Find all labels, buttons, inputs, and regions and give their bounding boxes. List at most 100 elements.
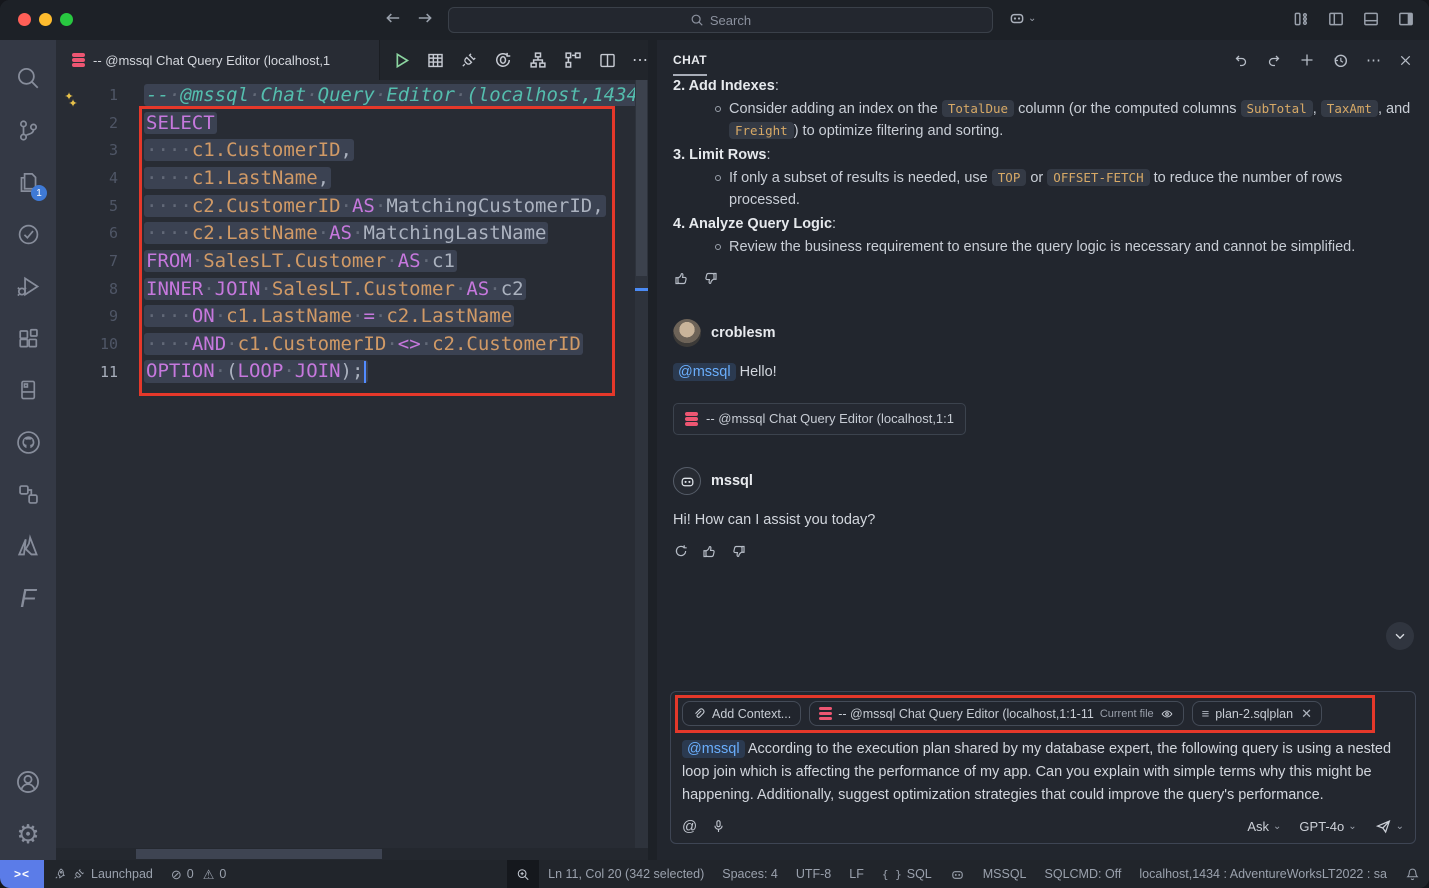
code-line[interactable]: ✦1--·@mssql·Chat·Query·Editor·(localhost…	[56, 81, 648, 109]
encoding-item[interactable]: UTF-8	[787, 860, 840, 888]
problems-item[interactable]: ⊘ 0 ⚠ 0	[162, 860, 235, 888]
microphone-icon[interactable]	[711, 819, 726, 834]
activity-account[interactable]	[0, 756, 56, 808]
run-query-button[interactable]	[392, 51, 411, 70]
eol-item[interactable]: LF	[840, 860, 873, 888]
cursor-position-item[interactable]: Ln 11, Col 20 (342 selected)	[539, 860, 713, 888]
activity-explorer[interactable]: 1	[0, 156, 56, 208]
change-connection-icon[interactable]	[493, 50, 513, 70]
code-line[interactable]: 8INNER·JOIN·SalesLT.Customer·AS·c2	[56, 275, 648, 303]
toggle-secondary-sidebar-icon[interactable]	[1397, 10, 1415, 28]
editor-vertical-scrollbar[interactable]	[635, 80, 648, 848]
tab-chat[interactable]: CHAT	[673, 53, 707, 67]
minimize-window-button[interactable]	[39, 13, 52, 26]
activity-database-project[interactable]	[0, 364, 56, 416]
inline-code-chip: SubTotal	[1241, 100, 1313, 117]
mention-chip[interactable]: @mssql	[673, 363, 736, 381]
code-line[interactable]: 9····ON·c1.LastName·=·c2.LastName	[56, 303, 648, 331]
sqlcmd-item[interactable]: SQLCMD: Off	[1036, 860, 1131, 888]
scroll-to-bottom-button[interactable]	[1386, 622, 1414, 650]
indentation-item[interactable]: Spaces: 4	[713, 860, 787, 888]
plan-file-chip[interactable]: ≡ plan-2.sqlplan ✕	[1192, 701, 1322, 726]
current-file-chip[interactable]: -- @mssql Chat Query Editor (localhost,1…	[809, 701, 1183, 726]
activity-settings[interactable]: ⚙	[0, 808, 56, 860]
language-item[interactable]: { } SQL	[873, 860, 941, 888]
split-editor-icon[interactable]	[598, 51, 617, 70]
copilot-status-item[interactable]	[941, 860, 974, 888]
activity-run-debug[interactable]	[0, 260, 56, 312]
code-line[interactable]: 6····c2.LastName·AS·MatchingLastName	[56, 219, 648, 247]
add-context-chip[interactable]: Add Context...	[682, 701, 801, 726]
thumbs-down-icon[interactable]	[702, 270, 719, 287]
code-line[interactable]: 2SELECT	[56, 109, 648, 137]
activity-source-control[interactable]	[0, 104, 56, 156]
activity-connections[interactable]	[0, 468, 56, 520]
user-name: croblesm	[711, 322, 775, 344]
code-line[interactable]: 10····AND·c1.CustomerID·<>·c2.CustomerID	[56, 330, 648, 358]
eye-icon[interactable]	[1160, 707, 1174, 721]
command-center-search[interactable]: Search	[448, 7, 993, 33]
copilot-sparkle-icon[interactable]: ✦	[56, 86, 82, 104]
undo-icon[interactable]	[1233, 52, 1249, 68]
mssql-item[interactable]: MSSQL	[974, 860, 1036, 888]
history-icon[interactable]	[1332, 52, 1349, 69]
editor-horizontal-scrollbar[interactable]	[56, 848, 648, 860]
thumbs-up-icon[interactable]	[673, 270, 690, 287]
remote-indicator[interactable]: ><	[0, 860, 44, 888]
code-line[interactable]: 11OPTION·(LOOP·JOIN);	[56, 358, 648, 386]
activity-azure[interactable]	[0, 520, 56, 572]
panel-splitter[interactable]	[648, 40, 657, 860]
vscode-window: Search ⌄ 1 F	[0, 0, 1429, 888]
message-attachment-chip[interactable]: -- @mssql Chat Query Editor (localhost,1…	[673, 403, 966, 435]
answer-bullet: If only a subset of results is needed, u…	[673, 167, 1413, 211]
copilot-menu[interactable]: ⌄	[1008, 9, 1036, 27]
chat-more-icon[interactable]: ⋯	[1366, 51, 1381, 69]
remove-chip-icon[interactable]: ✕	[1301, 706, 1312, 722]
activity-extensions[interactable]	[0, 312, 56, 364]
code-line[interactable]: 3····c1.CustomerID,	[56, 136, 648, 164]
toggle-panel-icon[interactable]	[1362, 10, 1380, 28]
redo-icon[interactable]	[1266, 52, 1282, 68]
notifications-item[interactable]	[1396, 860, 1429, 888]
editor[interactable]: ✦1--·@mssql·Chat·Query·Editor·(localhost…	[56, 80, 648, 848]
text-cursor	[364, 361, 366, 383]
maximize-window-button[interactable]	[60, 13, 73, 26]
launchpad-item[interactable]: Launchpad	[44, 860, 162, 888]
regenerate-icon[interactable]	[673, 543, 689, 560]
forward-arrow-icon[interactable]	[416, 9, 434, 27]
inline-code-chip: TaxAmt	[1321, 100, 1378, 117]
customize-layout-icon[interactable]	[1292, 10, 1310, 28]
disconnect-plug-icon[interactable]	[460, 51, 478, 69]
back-arrow-icon[interactable]	[384, 9, 402, 27]
activity-check-circle[interactable]	[0, 208, 56, 260]
mode-dropdown[interactable]: Ask⌄	[1247, 819, 1281, 834]
more-actions-icon[interactable]: ⋯	[632, 50, 648, 70]
thumbs-down-icon[interactable]	[730, 543, 747, 560]
list-icon: ≡	[1202, 706, 1210, 721]
code-line[interactable]: 5····c2.CustomerID·AS·MatchingCustomerID…	[56, 192, 648, 220]
code-line[interactable]: 4····c1.LastName,	[56, 164, 648, 192]
toggle-primary-sidebar-icon[interactable]	[1327, 10, 1345, 28]
answer-bullet: Consider adding an index on the TotalDue…	[673, 98, 1413, 142]
actual-plan-icon[interactable]	[563, 50, 583, 70]
activity-github[interactable]	[0, 416, 56, 468]
mention-at-icon[interactable]: @	[682, 818, 697, 835]
activity-search[interactable]	[0, 52, 56, 104]
results-grid-icon[interactable]	[426, 51, 445, 70]
estimated-plan-icon[interactable]	[528, 50, 548, 70]
thumbs-up-icon[interactable]	[701, 543, 718, 560]
chat-close-icon[interactable]	[1398, 53, 1413, 68]
activity-flyway[interactable]: F	[0, 572, 56, 624]
chat-input[interactable]: Add Context... -- @mssql Chat Query Edit…	[670, 691, 1416, 844]
zoom-indicator[interactable]	[507, 860, 539, 888]
model-dropdown[interactable]: GPT-4o⌄	[1299, 819, 1356, 834]
inline-code-chip: TOP	[992, 169, 1027, 186]
send-button[interactable]: ⌄	[1375, 818, 1404, 835]
assistant-answer: 2. Add Indexes:Consider adding an index …	[673, 80, 1413, 287]
editor-tab[interactable]: -- @mssql Chat Query Editor (localhost,1	[56, 40, 380, 80]
close-window-button[interactable]	[18, 13, 31, 26]
new-chat-icon[interactable]	[1299, 52, 1315, 68]
connection-item[interactable]: localhost,1434 : AdventureWorksLT2022 : …	[1130, 860, 1396, 888]
code-line[interactable]: 7FROM·SalesLT.Customer·AS·c1	[56, 247, 648, 275]
chat-input-text[interactable]: @mssql According to the execution plan s…	[682, 738, 1404, 807]
